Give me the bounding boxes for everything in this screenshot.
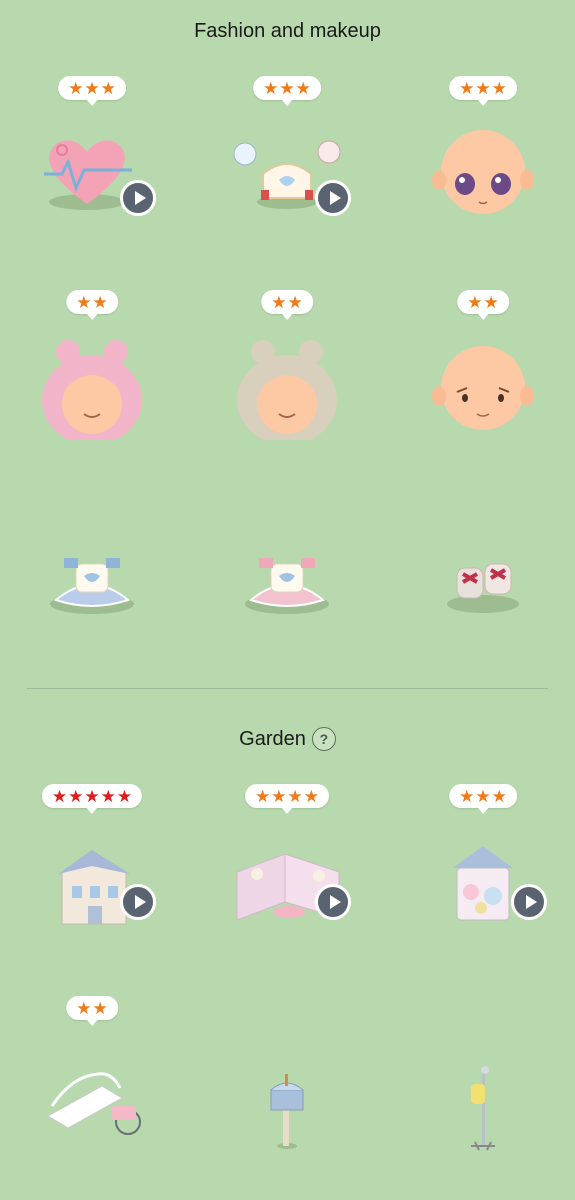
fashion-section-title: Fashion and makeup: [194, 20, 381, 42]
star-icon: ★: [100, 78, 116, 98]
star-icon: ★: [459, 786, 475, 806]
play-video-button[interactable]: [511, 884, 547, 920]
rating-badge: ★ ★ ★: [253, 76, 321, 106]
pink-hair-image: [42, 340, 142, 440]
garden-title-text: Garden: [239, 728, 306, 750]
pink-dress-image: [245, 558, 329, 614]
star-icon: ★: [287, 292, 303, 312]
rating-badge: ★ ★ ★ ★: [245, 784, 329, 814]
star-icon: ★: [255, 786, 271, 806]
star-icon: ★: [68, 786, 84, 806]
rating-badge: ★ ★: [66, 996, 118, 1026]
star-icon: ★: [491, 78, 507, 98]
star-icon: ★: [271, 292, 287, 312]
shoes-image: [447, 563, 519, 613]
section-divider: [27, 688, 548, 689]
star-icon: ★: [271, 786, 287, 806]
star-icon: ★: [100, 786, 116, 806]
item-heart-ekg-accessory[interactable]: ★ ★ ★: [2, 76, 182, 276]
item-beige-wavy-hair[interactable]: ★ ★: [197, 290, 377, 490]
item-gazebo-kiosk[interactable]: ★ ★ ★: [393, 784, 573, 984]
rating-badge: ★ ★: [457, 290, 509, 320]
star-icon: ★: [475, 786, 491, 806]
star-icon: ★: [295, 78, 311, 98]
face-purple-eyes-image: [432, 130, 534, 214]
mailbox-image: [270, 1074, 304, 1149]
star-icon: ★: [459, 78, 475, 98]
star-icon: ★: [84, 786, 100, 806]
blue-dress-image: [50, 558, 134, 614]
item-pink-apron-dress[interactable]: [197, 470, 377, 670]
rating-badge: ★ ★: [66, 290, 118, 320]
item-blue-house[interactable]: ★ ★ ★ ★ ★: [2, 784, 182, 984]
rating-badge: ★ ★ ★: [58, 76, 126, 106]
rating-badge: ★ ★ ★ ★ ★: [41, 784, 143, 814]
item-blue-apron-dress[interactable]: [2, 470, 182, 670]
item-pink-wall-room[interactable]: ★ ★ ★ ★: [197, 784, 377, 984]
star-icon: ★: [76, 292, 92, 312]
star-icon: ★: [263, 78, 279, 98]
star-icon: ★: [76, 998, 92, 1018]
star-icon: ★: [92, 998, 108, 1018]
item-pink-bow-shoes[interactable]: [393, 470, 573, 670]
face-sad-image: [432, 346, 534, 430]
play-video-button[interactable]: [315, 884, 351, 920]
star-icon: ★: [279, 78, 295, 98]
item-tiara-headpiece[interactable]: ★ ★ ★: [197, 76, 377, 276]
star-icon: ★: [475, 78, 491, 98]
beige-hair-image: [237, 340, 337, 440]
star-icon: ★: [84, 78, 100, 98]
item-purple-eyes-face[interactable]: ★ ★ ★: [393, 76, 573, 276]
star-icon: ★: [287, 786, 303, 806]
item-sad-face[interactable]: ★ ★: [393, 290, 573, 490]
star-icon: ★: [491, 786, 507, 806]
item-bench-wheelchair[interactable]: ★ ★: [2, 996, 182, 1196]
play-video-button[interactable]: [315, 180, 351, 216]
question-icon[interactable]: ?: [311, 727, 336, 751]
item-pink-wavy-hair[interactable]: ★ ★: [2, 290, 182, 490]
iv-stand-image: [471, 1066, 495, 1151]
star-icon: ★: [467, 292, 483, 312]
star-icon: ★: [116, 786, 133, 806]
play-video-button[interactable]: [120, 884, 156, 920]
item-blue-mailbox[interactable]: [197, 996, 377, 1196]
play-video-button[interactable]: [120, 180, 156, 216]
star-icon: ★: [92, 292, 108, 312]
rating-badge: ★ ★: [261, 290, 313, 320]
garden-section-title: Garden?: [0, 727, 575, 751]
star-icon: ★: [51, 786, 68, 806]
rating-badge: ★ ★ ★: [449, 76, 517, 106]
star-icon: ★: [68, 78, 84, 98]
star-icon: ★: [483, 292, 499, 312]
rating-badge: ★ ★ ★: [449, 784, 517, 814]
item-iv-stand[interactable]: [393, 996, 573, 1196]
bench-image: [47, 1072, 141, 1135]
star-icon: ★: [303, 786, 319, 806]
